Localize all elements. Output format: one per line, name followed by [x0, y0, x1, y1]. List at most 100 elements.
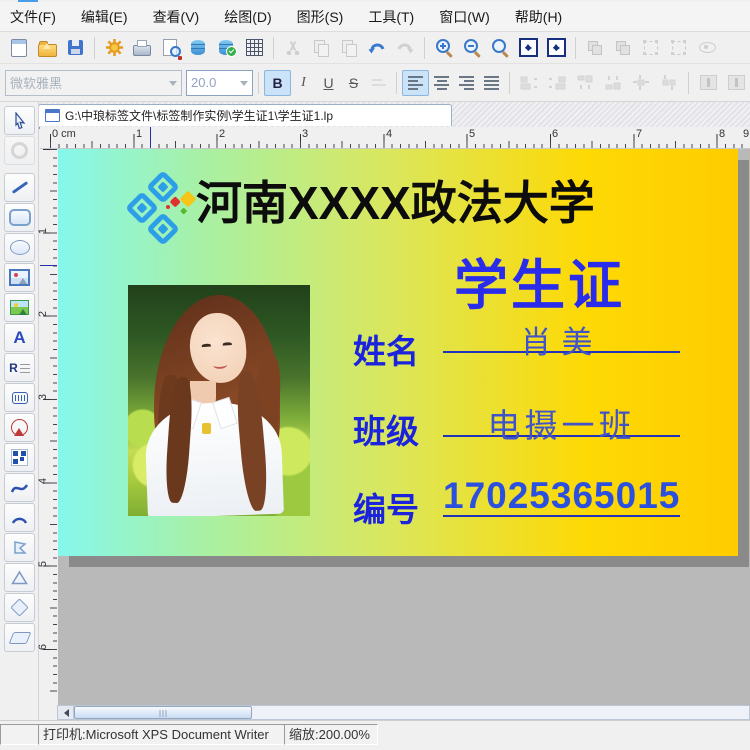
- align-objects-right-button[interactable]: [543, 70, 571, 96]
- undo-button[interactable]: [363, 35, 391, 61]
- horizontal-ruler: 0 cm 1 2 3 4 5 6 7 8 9: [40, 127, 750, 149]
- new-button[interactable]: [5, 35, 33, 61]
- ungroup-button[interactable]: [609, 35, 637, 61]
- menu-draw[interactable]: 绘图(D): [224, 7, 271, 27]
- align-center-button[interactable]: [429, 71, 454, 95]
- redo-icon: [396, 40, 414, 55]
- field-label-class[interactable]: 班级: [353, 405, 419, 453]
- align-justify-button[interactable]: [479, 71, 504, 95]
- richtext-tool-button[interactable]: R: [4, 353, 35, 382]
- font-size-select[interactable]: 20.0: [186, 70, 253, 96]
- underline-button[interactable]: U: [316, 71, 341, 95]
- cut-button[interactable]: [279, 35, 307, 61]
- field-value-class[interactable]: 电摄一班: [443, 399, 680, 437]
- group-button[interactable]: [581, 35, 609, 61]
- select-tool-button[interactable]: [4, 106, 35, 135]
- redo-button[interactable]: [391, 35, 419, 61]
- ruler-number: 8: [719, 128, 725, 140]
- menu-view[interactable]: 查看(V): [153, 7, 200, 27]
- zoom-tool-button[interactable]: [486, 35, 514, 61]
- rounded-rect-tool-button[interactable]: [4, 203, 35, 232]
- paste-icon: [342, 40, 353, 53]
- visibility-button[interactable]: [693, 35, 721, 61]
- curve-tool-button[interactable]: [4, 473, 35, 502]
- ellipse-tool-button[interactable]: [4, 233, 35, 262]
- scroll-left-button[interactable]: [58, 706, 74, 719]
- text-tool-button[interactable]: A: [4, 323, 35, 352]
- arc-tool-button[interactable]: [4, 503, 35, 532]
- student-photo[interactable]: [128, 285, 310, 516]
- parallelogram-tool-button[interactable]: [4, 623, 35, 652]
- database-connect-button[interactable]: [212, 35, 240, 61]
- zoom-in-icon: [436, 39, 450, 53]
- field-value-number[interactable]: 17025365015: [443, 475, 680, 517]
- ruler-number: 2: [219, 128, 225, 140]
- open-button[interactable]: [33, 35, 61, 61]
- student-card[interactable]: 河南XXXX政法大学 学生证 姓名 肖美: [58, 149, 738, 556]
- photo-necklace: [202, 423, 211, 434]
- card-title-text[interactable]: 学生证: [454, 241, 625, 320]
- menu-edit[interactable]: 编辑(E): [81, 7, 128, 27]
- scissors-icon: [286, 41, 300, 55]
- qrcode-tool-button[interactable]: [4, 443, 35, 472]
- menu-file[interactable]: 文件(F): [10, 7, 56, 27]
- field-label-name[interactable]: 姓名: [353, 325, 419, 373]
- align-justify-icon: [484, 76, 500, 90]
- insert-picture-tool-button[interactable]: [4, 293, 35, 322]
- fit-window-button[interactable]: [542, 35, 570, 61]
- document-tab[interactable]: G:\中琅标签文件\标签制作实例\学生证1\学生证1.lp: [38, 104, 452, 126]
- edit-frame-button[interactable]: [665, 35, 693, 61]
- grid-icon: [246, 39, 263, 56]
- university-logo[interactable]: [130, 175, 196, 241]
- triangle-tool-button[interactable]: [4, 563, 35, 592]
- align-left-button[interactable]: [402, 70, 429, 96]
- shape-tool-button[interactable]: [4, 413, 35, 442]
- menu-help[interactable]: 帮助(H): [515, 7, 562, 27]
- field-label-number[interactable]: 编号: [353, 483, 419, 531]
- zoom-out-button[interactable]: [458, 35, 486, 61]
- polygon-tool-button[interactable]: [4, 533, 35, 562]
- align-objects-left-button[interactable]: [515, 70, 543, 96]
- center-in-page-button[interactable]: [722, 70, 750, 96]
- diamond-tool-button[interactable]: [4, 593, 35, 622]
- text-style-button[interactable]: [366, 71, 391, 95]
- strikethrough-button[interactable]: S: [341, 71, 366, 95]
- align-right-button[interactable]: [454, 71, 479, 95]
- italic-button[interactable]: I: [291, 71, 316, 95]
- vertical-ruler: 1 2 3 4 5 6: [40, 149, 57, 705]
- distribute-horizontal-button[interactable]: [627, 70, 655, 96]
- print-preview-button[interactable]: [156, 35, 184, 61]
- image-tool-button[interactable]: [4, 263, 35, 292]
- bold-button[interactable]: B: [264, 70, 291, 96]
- field-value-name[interactable]: 肖美: [443, 317, 680, 353]
- align-objects-top-button[interactable]: [571, 70, 599, 96]
- line-tool-button[interactable]: [4, 173, 35, 202]
- zoom-in-button[interactable]: [430, 35, 458, 61]
- save-button[interactable]: [61, 35, 89, 61]
- select-frame-button[interactable]: [637, 35, 665, 61]
- document-path: G:\中琅标签文件\标签制作实例\学生证1\学生证1.lp: [65, 107, 333, 124]
- database-button[interactable]: [184, 35, 212, 61]
- menu-graphics[interactable]: 图形(S): [297, 7, 344, 27]
- selection-frame-icon: [644, 41, 658, 55]
- print-button[interactable]: [128, 35, 156, 61]
- menu-tools[interactable]: 工具(T): [368, 7, 414, 27]
- fit-page-button[interactable]: [514, 35, 542, 61]
- align-objects-bottom-button[interactable]: [599, 70, 627, 96]
- pan-tool-button[interactable]: [4, 136, 35, 165]
- distribute-vertical-button[interactable]: [655, 70, 683, 96]
- barcode-tool-button[interactable]: [4, 383, 35, 412]
- horizontal-scrollbar[interactable]: [57, 705, 750, 720]
- settings-button[interactable]: [100, 35, 128, 61]
- font-family-select[interactable]: 微软雅黑: [5, 70, 182, 96]
- fit-page-icon: [519, 38, 538, 57]
- design-canvas[interactable]: 河南XXXX政法大学 学生证 姓名 肖美: [58, 149, 750, 705]
- grid-toggle-button[interactable]: [240, 35, 268, 61]
- menu-window[interactable]: 窗口(W): [439, 7, 490, 27]
- paste-button[interactable]: [335, 35, 363, 61]
- copy-button[interactable]: [307, 35, 335, 61]
- university-name-text[interactable]: 河南XXXX政法大学: [196, 167, 595, 233]
- center-horizontal-button[interactable]: [694, 70, 722, 96]
- scrollbar-thumb[interactable]: [74, 706, 252, 719]
- font-size-value: 20.0: [191, 75, 216, 90]
